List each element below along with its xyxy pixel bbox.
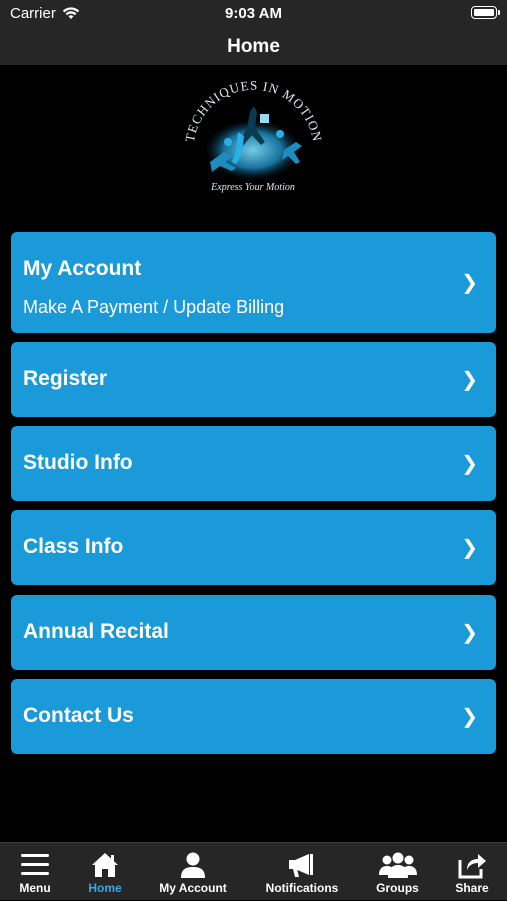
megaphone-icon bbox=[289, 854, 313, 877]
annual-recital-button[interactable]: Annual Recital ❯ bbox=[11, 595, 496, 670]
chevron-right-icon: ❯ bbox=[461, 453, 478, 475]
tab-home[interactable]: Home bbox=[80, 843, 130, 901]
tab-share-label: Share bbox=[455, 881, 489, 895]
group-icon bbox=[378, 852, 417, 878]
logo-graphic: TECHNIQUES IN MOTION Express Your Motion bbox=[182, 78, 324, 193]
status-bar: Carrier 9:03 AM bbox=[0, 0, 507, 28]
my-account-button[interactable]: My Account Make A Payment / Update Billi… bbox=[11, 232, 496, 333]
tab-bar: Menu Home My Account Notifications Group… bbox=[0, 842, 507, 900]
battery-icon bbox=[471, 6, 500, 19]
studio-info-title: Studio Info bbox=[23, 451, 133, 474]
class-info-title: Class Info bbox=[23, 535, 124, 558]
chevron-right-icon: ❯ bbox=[461, 272, 478, 294]
chevron-right-icon: ❯ bbox=[461, 706, 478, 728]
class-info-button[interactable]: Class Info ❯ bbox=[11, 510, 496, 585]
chevron-right-icon: ❯ bbox=[461, 537, 478, 559]
contact-us-title: Contact Us bbox=[23, 704, 134, 727]
chevron-right-icon: ❯ bbox=[461, 369, 478, 391]
tab-my-account[interactable]: My Account bbox=[153, 843, 233, 901]
hamburger-icon bbox=[21, 854, 49, 875]
home-icon bbox=[92, 853, 118, 877]
tab-notifications[interactable]: Notifications bbox=[258, 843, 346, 901]
contact-us-button[interactable]: Contact Us ❯ bbox=[11, 679, 496, 754]
tab-share[interactable]: Share bbox=[448, 843, 496, 901]
tab-my-account-label: My Account bbox=[159, 881, 227, 895]
tab-groups[interactable]: Groups bbox=[370, 843, 425, 901]
register-title: Register bbox=[23, 367, 108, 390]
logo: TECHNIQUES IN MOTION Express Your Motion bbox=[180, 72, 327, 202]
annual-recital-title: Annual Recital bbox=[23, 620, 169, 643]
page-title: Home bbox=[227, 36, 280, 57]
my-account-title: My Account bbox=[23, 257, 142, 280]
studio-info-button[interactable]: Studio Info ❯ bbox=[11, 426, 496, 501]
my-account-subtitle: Make A Payment / Update Billing bbox=[23, 297, 285, 317]
person-icon bbox=[181, 852, 205, 878]
logo-tagline: Express Your Motion bbox=[210, 182, 295, 193]
tab-home-label: Home bbox=[88, 881, 122, 895]
share-icon bbox=[458, 854, 486, 879]
tab-menu-label: Menu bbox=[19, 881, 51, 895]
chevron-right-icon: ❯ bbox=[461, 622, 478, 644]
register-button[interactable]: Register ❯ bbox=[11, 342, 496, 417]
nav-bar: Home bbox=[0, 28, 507, 65]
tab-groups-label: Groups bbox=[376, 881, 419, 895]
tab-menu[interactable]: Menu bbox=[10, 843, 60, 901]
status-time: 9:03 AM bbox=[225, 5, 282, 22]
tab-notifications-label: Notifications bbox=[265, 881, 339, 895]
